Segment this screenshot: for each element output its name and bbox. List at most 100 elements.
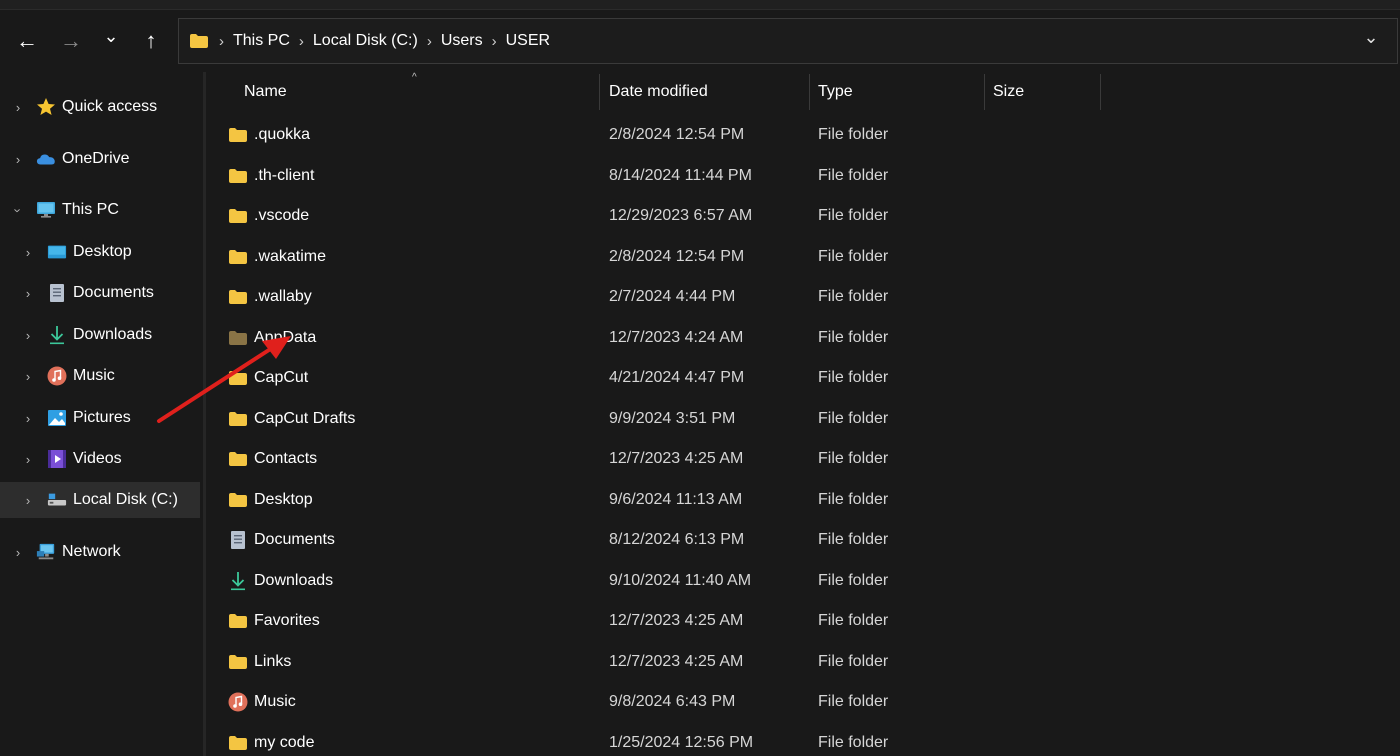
breadcrumb-separator-icon: › — [426, 32, 432, 50]
file-row[interactable]: AppData 12/7/2023 4:24 AM File folder — [206, 318, 1400, 359]
chevron-right-icon[interactable]: › — [11, 545, 25, 560]
back-button[interactable]: ← — [12, 26, 42, 56]
column-divider[interactable] — [599, 74, 600, 110]
file-row[interactable]: CapCut 4/21/2024 4:47 PM File folder — [206, 358, 1400, 399]
file-name: CapCut Drafts — [254, 409, 356, 427]
breadcrumb-user[interactable]: USER — [506, 32, 550, 50]
videos-icon — [47, 449, 67, 469]
folder-icon — [228, 734, 248, 752]
column-header-type[interactable]: Type — [818, 72, 978, 112]
file-name: .vscode — [254, 207, 310, 225]
sidebar-item-music[interactable]: › Music — [0, 358, 200, 394]
file-row[interactable]: .wallaby 2/7/2024 4:44 PM File folder — [206, 277, 1400, 318]
folder-icon — [228, 450, 248, 468]
chevron-right-icon[interactable]: › — [21, 452, 35, 467]
chevron-right-icon[interactable]: › — [21, 328, 35, 343]
file-name: .th-client — [254, 166, 315, 184]
drive-icon — [47, 490, 67, 510]
sidebar-item-pictures[interactable]: › Pictures — [0, 400, 200, 436]
file-row[interactable]: Contacts 12/7/2023 4:25 AM File folder — [206, 439, 1400, 480]
monitor-icon — [36, 200, 56, 220]
file-row[interactable]: Documents 8/12/2024 6:13 PM File folder — [206, 520, 1400, 561]
sidebar-item-label: Pictures — [73, 409, 131, 426]
file-row[interactable]: Downloads 9/10/2024 11:40 AM File folder — [206, 561, 1400, 602]
file-row[interactable]: my code 1/25/2024 12:56 PM File folder — [206, 723, 1400, 756]
music-icon — [228, 692, 248, 712]
recent-locations-button[interactable]: ⌄ — [96, 26, 126, 56]
chevron-right-icon[interactable]: › — [21, 369, 35, 384]
chevron-right-icon[interactable]: › — [11, 100, 25, 115]
chevron-right-icon[interactable]: › — [21, 411, 35, 426]
file-row[interactable]: Music 9/8/2024 6:43 PM File folder — [206, 682, 1400, 723]
chevron-right-icon[interactable]: › — [21, 493, 35, 508]
sidebar-item-downloads[interactable]: › Downloads — [0, 317, 200, 353]
file-type: File folder — [818, 571, 889, 589]
sidebar-item-quick-access[interactable]: › Quick access — [0, 89, 200, 125]
file-row[interactable]: Links 12/7/2023 4:25 AM File folder — [206, 642, 1400, 683]
file-row[interactable]: .vscode 12/29/2023 6:57 AM File folder — [206, 196, 1400, 237]
file-type: File folder — [818, 652, 889, 670]
file-type: File folder — [818, 126, 889, 144]
file-date-modified: 9/9/2024 3:51 PM — [609, 409, 736, 427]
column-header-size[interactable]: Size — [993, 72, 1093, 112]
file-type: File folder — [818, 247, 889, 265]
chevron-right-icon[interactable]: › — [21, 286, 35, 301]
folder-icon — [228, 369, 248, 387]
file-type: File folder — [818, 531, 889, 549]
sidebar-item-onedrive[interactable]: › OneDrive — [0, 141, 200, 177]
sidebar-item-label: Music — [73, 367, 115, 384]
sidebar-item-videos[interactable]: › Videos — [0, 441, 200, 477]
breadcrumb-users[interactable]: Users — [441, 32, 483, 50]
folder-icon — [228, 288, 248, 306]
file-row[interactable]: .th-client 8/14/2024 11:44 PM File folder — [206, 156, 1400, 197]
file-type: File folder — [818, 166, 889, 184]
address-dropdown-button[interactable]: ⌄ — [1359, 27, 1383, 53]
folder-icon — [228, 167, 248, 185]
file-date-modified: 4/21/2024 4:47 PM — [609, 369, 745, 387]
file-date-modified: 2/8/2024 12:54 PM — [609, 126, 745, 144]
column-divider[interactable] — [984, 74, 985, 110]
chevron-down-icon[interactable]: › — [11, 203, 26, 217]
folder-icon — [228, 248, 248, 266]
sidebar-item-label: Downloads — [73, 326, 153, 343]
file-date-modified: 8/12/2024 6:13 PM — [609, 531, 745, 549]
file-date-modified: 8/14/2024 11:44 PM — [609, 166, 752, 184]
file-name: .wakatime — [254, 247, 327, 265]
sidebar-item-this-pc[interactable]: › This PC — [0, 192, 200, 228]
sidebar-item-label: Local Disk (C:) — [73, 491, 178, 508]
chevron-right-icon[interactable]: › — [21, 245, 35, 260]
sidebar-item-documents[interactable]: › Documents — [0, 275, 200, 311]
folder-icon — [228, 410, 248, 428]
file-row[interactable]: .wakatime 2/8/2024 12:54 PM File folder — [206, 237, 1400, 278]
file-date-modified: 9/6/2024 11:13 AM — [609, 490, 743, 508]
breadcrumb: › This PC › Local Disk (C:) › Users › US… — [219, 32, 550, 50]
column-divider[interactable] — [1100, 74, 1101, 110]
chevron-right-icon[interactable]: › — [11, 152, 25, 167]
column-header-date[interactable]: Date modified — [609, 72, 809, 112]
download-icon — [228, 571, 248, 590]
sidebar-item-local-disk[interactable]: › Local Disk (C:) — [0, 482, 200, 518]
file-date-modified: 9/10/2024 11:40 AM — [609, 571, 752, 589]
up-button[interactable]: ↑ — [136, 26, 166, 56]
column-header-name[interactable]: Name — [244, 72, 598, 112]
sidebar-item-desktop[interactable]: › Desktop — [0, 234, 200, 270]
file-type: File folder — [818, 693, 889, 711]
file-type: File folder — [818, 733, 889, 751]
file-type: File folder — [818, 369, 889, 387]
navigation-bar: ← → ⌄ ↑ › This PC › Local Disk (C:) › Us… — [0, 10, 1400, 72]
address-bar[interactable]: › This PC › Local Disk (C:) › Users › US… — [178, 18, 1398, 64]
window-top-strip — [0, 0, 1400, 10]
breadcrumb-this-pc[interactable]: This PC — [233, 32, 290, 50]
folder-icon — [190, 34, 208, 48]
file-name: Links — [254, 652, 292, 670]
forward-button[interactable]: → — [56, 26, 86, 56]
sidebar-item-label: This PC — [62, 201, 119, 218]
file-row[interactable]: .quokka 2/8/2024 12:54 PM File folder — [206, 115, 1400, 156]
column-divider[interactable] — [809, 74, 810, 110]
file-row[interactable]: CapCut Drafts 9/9/2024 3:51 PM File folder — [206, 399, 1400, 440]
sidebar-item-network[interactable]: › Network — [0, 534, 200, 570]
file-row[interactable]: Desktop 9/6/2024 11:13 AM File folder — [206, 480, 1400, 521]
file-row[interactable]: Favorites 12/7/2023 4:25 AM File folder — [206, 601, 1400, 642]
breadcrumb-local-disk[interactable]: Local Disk (C:) — [313, 32, 418, 50]
file-date-modified: 2/7/2024 4:44 PM — [609, 288, 736, 306]
